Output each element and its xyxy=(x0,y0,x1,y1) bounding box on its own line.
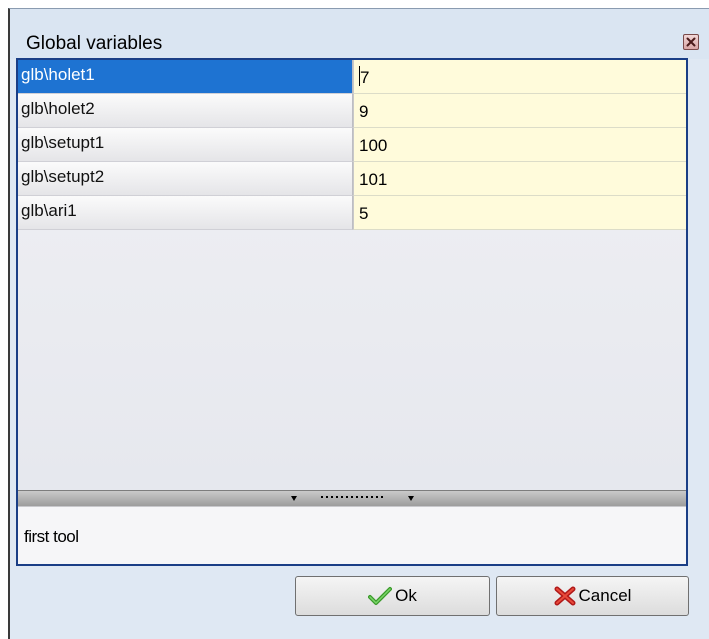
variable-name[interactable]: glb\setupt1 xyxy=(18,128,353,162)
close-icon xyxy=(686,37,696,47)
variable-name[interactable]: glb\holet2 xyxy=(18,94,353,128)
close-button[interactable] xyxy=(683,34,699,50)
dialog-title: Global variables xyxy=(26,33,163,54)
red-x-icon xyxy=(554,586,576,606)
variable-value: 7 xyxy=(360,68,370,87)
checkmark-icon xyxy=(368,586,393,606)
title-bar[interactable]: Global variables xyxy=(10,9,709,59)
variable-value-input[interactable]: 100 xyxy=(353,128,686,162)
variable-row-holet2[interactable]: glb\holet2 9 xyxy=(18,94,686,128)
variable-name[interactable]: glb\holet1 xyxy=(18,60,353,94)
description-text: first tool xyxy=(24,527,79,546)
variable-value-input[interactable]: 7 xyxy=(353,60,686,94)
variable-name[interactable]: glb\ari1 xyxy=(18,196,353,230)
variable-row-setupt1[interactable]: glb\setupt1 100 xyxy=(18,128,686,162)
button-bar: Ok Cancel xyxy=(16,566,689,621)
description-panel: first tool xyxy=(18,506,686,564)
cancel-label: Cancel xyxy=(578,586,632,605)
ok-label: Ok xyxy=(395,586,417,605)
variable-row-setupt2[interactable]: glb\setupt2 101 xyxy=(18,162,686,196)
variable-value-input[interactable]: 9 xyxy=(353,94,686,128)
variables-grid: glb\holet1 7 glb\holet2 9 glb\setupt1 10… xyxy=(18,60,686,490)
variables-panel: glb\holet1 7 glb\holet2 9 glb\setupt1 10… xyxy=(16,58,688,566)
splitter-grip-icon xyxy=(291,496,414,501)
cancel-button[interactable]: Cancel xyxy=(496,576,689,616)
variable-row-holet1[interactable]: glb\holet1 7 xyxy=(18,60,686,94)
variable-row-ari1[interactable]: glb\ari1 5 xyxy=(18,196,686,230)
variable-value-input[interactable]: 5 xyxy=(353,196,686,230)
variable-name[interactable]: glb\setupt2 xyxy=(18,162,353,196)
ok-button[interactable]: Ok xyxy=(295,576,490,616)
panel-splitter[interactable] xyxy=(18,490,686,506)
variable-value-input[interactable]: 101 xyxy=(353,162,686,196)
